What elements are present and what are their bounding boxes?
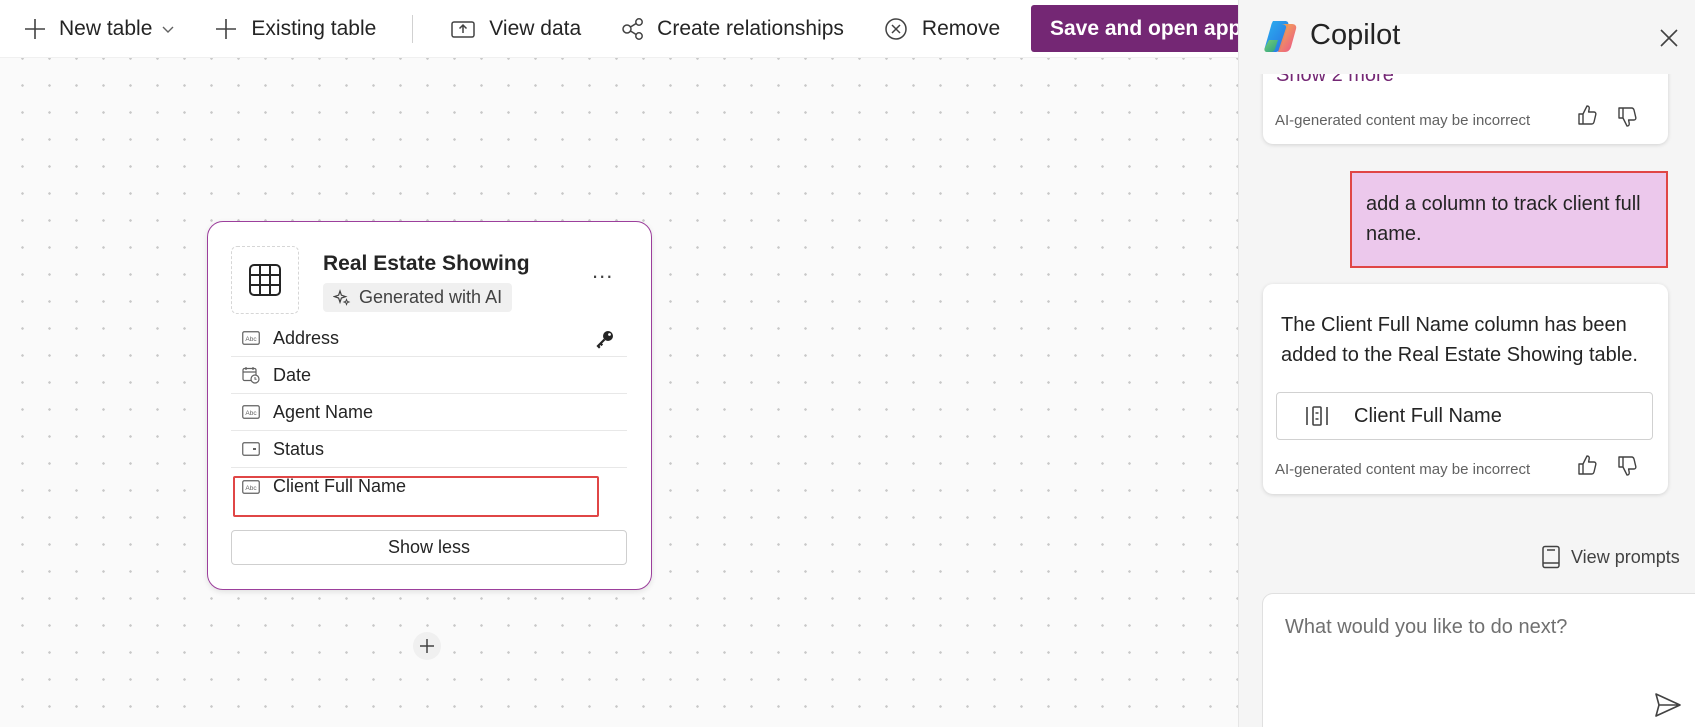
close-icon[interactable] [1659,28,1679,48]
save-and-open-app-label: Save and open app [1050,16,1241,40]
copilot-prompt-input[interactable] [1285,616,1665,639]
more-options-icon[interactable]: ... [592,260,613,282]
column-label: Client Full Name [273,476,407,496]
svg-text:Abc: Abc [245,485,257,492]
svg-text:Abc: Abc [245,410,257,417]
column-row-status[interactable]: Status [231,431,627,468]
column-label: Date [273,364,312,385]
show-less-label: Show less [387,537,471,557]
plus-icon [25,18,45,39]
copilot-title: Copilot [1310,19,1401,51]
table-title: Real Estate Showing [323,252,530,275]
column-label: Agent Name [273,401,374,422]
date-column-icon [241,366,261,384]
response-text: The Client Full Name column has been add… [1281,314,1638,366]
show-less-button[interactable]: Show less [231,530,627,565]
copilot-logo-icon [1264,21,1297,52]
column-chip-label: Client Full Name [1354,404,1502,427]
text-column-icon: Abc [241,479,261,494]
relationships-icon [622,17,644,40]
toolbar-divider [412,14,414,43]
user-message-text: add a column to track client full name. [1366,193,1641,245]
copilot-pane: Show 2 more AI-generated content may be … [1238,0,1695,727]
ai-disclaimer: AI-generated content may be incorrect [1275,461,1531,478]
primary-key-icon [596,331,613,349]
view-prompts-label: View prompts [1571,546,1680,567]
new-table-button[interactable]: New table [24,0,175,58]
choice-column-icon [241,442,261,456]
column-icon [1306,406,1328,426]
thumbs-up-icon[interactable] [1576,104,1598,126]
thumbs-down-icon[interactable] [1616,106,1638,128]
column-label: Address [273,327,340,348]
column-chip[interactable]: Client Full Name [1276,392,1653,440]
table-card[interactable]: Real Estate Showing Generated with AI ..… [207,221,652,590]
remove-button[interactable]: Remove [884,0,1000,58]
copilot-input-box [1263,594,1695,727]
view-prompts-button[interactable]: View prompts [1541,545,1680,569]
column-label: Status [273,438,325,459]
badge-label: Generated with AI [359,287,503,307]
text-column-icon: Abc [241,331,261,345]
ai-disclaimer: AI-generated content may be incorrect [1275,112,1531,129]
create-relationships-button[interactable]: Create relationships [621,0,844,58]
existing-table-button[interactable]: Existing table [215,0,376,58]
save-and-open-app-button[interactable]: Save and open app [1031,5,1241,52]
view-data-label: View data [489,16,582,40]
book-icon [1542,545,1560,569]
chevron-down-icon [162,26,174,33]
copilot-header: Copilot [1239,0,1695,74]
create-relationships-label: Create relationships [657,16,844,40]
view-data-icon [451,20,476,38]
thumbs-down-icon[interactable] [1616,455,1638,477]
column-row-address[interactable]: Abc Address [231,320,627,357]
view-data-button[interactable]: View data [451,0,581,58]
table-icon [231,246,299,314]
add-column-button[interactable] [413,632,441,660]
generated-with-ai-badge: Generated with AI [323,283,513,312]
column-row-client-full-name[interactable]: Abc Client Full Name [231,468,627,505]
text-column-icon: Abc [241,405,261,419]
svg-text:Abc: Abc [245,336,257,343]
copilot-response-card: The Client Full Name column has been add… [1263,284,1668,494]
column-row-agent-name[interactable]: Abc Agent Name [231,394,627,431]
sparkle-icon [333,288,351,306]
send-icon[interactable] [1654,692,1682,718]
thumbs-up-icon[interactable] [1576,454,1598,476]
plus-icon [216,18,237,39]
remove-label: Remove [921,16,1001,40]
new-table-label: New table [59,16,153,40]
plus-icon [420,639,434,653]
diagram-canvas[interactable]: Real Estate Showing Generated with AI ..… [0,58,1238,727]
remove-icon [885,17,907,40]
existing-table-label: Existing table [251,16,377,40]
user-message-bubble: add a column to track client full name. [1350,171,1668,268]
column-row-date[interactable]: Date [231,357,627,394]
